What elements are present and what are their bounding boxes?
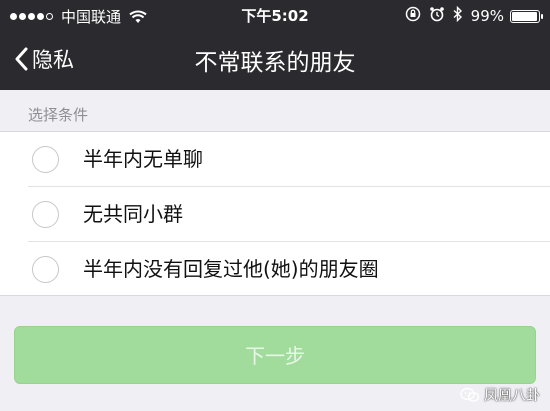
- option-label: 半年内无单聊: [83, 147, 203, 171]
- options-list: 半年内无单聊 无共同小群 半年内没有回复过他(她)的朋友圈: [0, 131, 550, 296]
- radio-button[interactable]: [32, 146, 59, 173]
- wechat-logo-icon: [460, 387, 480, 402]
- alarm-icon: [429, 6, 445, 26]
- battery-icon: [510, 9, 543, 23]
- status-bar: 中国联通 下午5:02 99%: [0, 0, 550, 30]
- page-title: 不常联系的朋友: [194, 50, 356, 76]
- status-right: 99%: [397, 5, 543, 26]
- section-header: 选择条件: [28, 106, 89, 124]
- option-label: 半年内没有回复过他(她)的朋友圈: [83, 257, 379, 281]
- next-step-button[interactable]: 下一步: [14, 326, 536, 384]
- navigation-bar: 隐私 不常联系的朋友: [0, 30, 550, 90]
- watermark: 凤凰八卦: [460, 385, 540, 405]
- option-row-no-moments-reply[interactable]: 半年内没有回复过他(她)的朋友圈: [0, 242, 550, 297]
- radio-button[interactable]: [32, 201, 59, 228]
- watermark-text: 凤凰八卦: [484, 388, 540, 404]
- battery-fill: [512, 11, 537, 21]
- radio-button[interactable]: [32, 256, 59, 283]
- option-label: 无共同小群: [83, 202, 183, 226]
- battery-percent: 99%: [470, 7, 504, 25]
- bluetooth-icon: [453, 5, 463, 26]
- option-row-no-common-group[interactable]: 无共同小群: [0, 187, 550, 242]
- rotation-lock-icon: [405, 6, 421, 26]
- option-row-no-chat[interactable]: 半年内无单聊: [0, 132, 550, 187]
- top-bar: 中国联通 下午5:02 99% 隐私 不常联系的朋友: [0, 0, 550, 90]
